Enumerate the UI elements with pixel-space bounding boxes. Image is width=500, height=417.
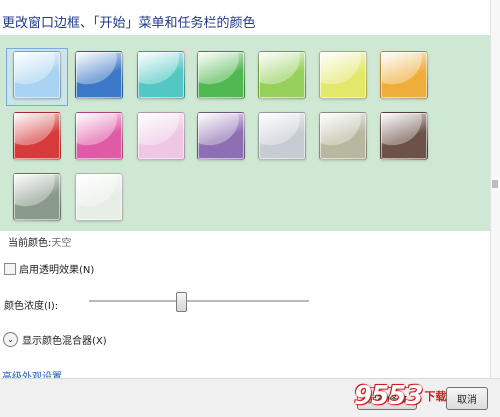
- swatch-taupe[interactable]: [319, 112, 367, 160]
- site-watermark: 9553 下载: [354, 379, 494, 413]
- swatch-sky[interactable]: [13, 51, 61, 99]
- intensity-slider-thumb[interactable]: [176, 292, 188, 312]
- intensity-slider-track[interactable]: [89, 300, 309, 303]
- watermark-sub-text: 下载: [424, 390, 447, 403]
- swatch-blush[interactable]: [137, 112, 185, 160]
- swatch-chocolate[interactable]: [380, 112, 428, 160]
- swatch-pumpkin[interactable]: [380, 51, 428, 99]
- swatch-lime[interactable]: [258, 51, 306, 99]
- swatch-leaf[interactable]: [197, 51, 245, 99]
- show-color-mixer-toggle[interactable]: ⌄ 显示颜色混合器(X): [3, 332, 107, 347]
- transparency-checkbox[interactable]: [4, 262, 16, 275]
- color-mixer-label[interactable]: 显示颜色混合器(X): [22, 332, 107, 347]
- watermark-logo-text: 9553: [354, 381, 423, 411]
- swatch-sea[interactable]: [137, 51, 185, 99]
- chevron-down-icon[interactable]: ⌄: [3, 332, 18, 347]
- swatch-fuchsia[interactable]: [75, 112, 123, 160]
- intensity-label: 颜色浓度(I):: [4, 301, 59, 312]
- current-color-label: 当前颜色:: [8, 238, 52, 249]
- transparency-option[interactable]: 启用透明效果(N): [4, 261, 94, 276]
- swatch-lavender[interactable]: [258, 112, 306, 160]
- swatch-ruby[interactable]: [13, 112, 61, 160]
- current-color-value: 天空: [51, 238, 72, 249]
- swatch-violet[interactable]: [197, 112, 245, 160]
- swatch-frost[interactable]: [75, 173, 123, 221]
- transparency-label[interactable]: 启用透明效果(N): [19, 261, 94, 276]
- vertical-scrollbar[interactable]: [490, 0, 500, 378]
- scrollbar-thumb[interactable]: [492, 180, 498, 188]
- swatch-slate[interactable]: [13, 173, 61, 221]
- current-color-text: 当前颜色:天空: [8, 234, 71, 249]
- swatch-lightning[interactable]: [319, 51, 367, 99]
- page-title: 更改窗口边框、「开始」菜单和任务栏的颜色: [2, 16, 256, 31]
- swatch-twilight[interactable]: [75, 51, 123, 99]
